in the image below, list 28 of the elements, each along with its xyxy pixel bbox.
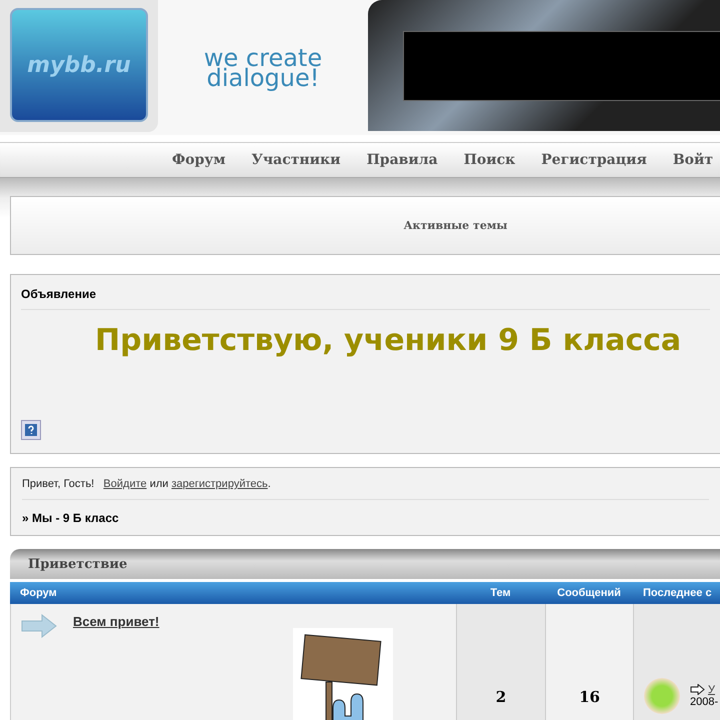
help-icon[interactable]	[21, 420, 41, 440]
nav-link[interactable]: Правила	[366, 152, 438, 168]
greeting-text: Привет, Гость! Войдите или зарегистрируйтесь.	[22, 468, 709, 500]
nav-link[interactable]: Участники	[252, 152, 341, 168]
column-header: Тем	[456, 582, 545, 604]
active-topics-link[interactable]: Активные темы	[224, 219, 508, 232]
avatar	[644, 678, 680, 714]
register-link[interactable]: зарегистрируйтесь	[171, 478, 268, 490]
last-post-date: 2008-	[690, 696, 718, 708]
category-header: Приветствие	[10, 549, 720, 579]
nav-link[interactable]: Войт	[672, 152, 714, 168]
column-header: Форум	[10, 582, 456, 604]
announcement-title: Объявление	[21, 275, 710, 310]
column-header: Сообщений	[545, 582, 633, 604]
arrow-icon	[690, 684, 705, 694]
forum-link[interactable]: Всем привет!	[73, 614, 160, 720]
arrow-icon	[21, 614, 57, 638]
column-header: Последнее с	[633, 582, 720, 604]
nav-link[interactable]: Поиск	[464, 152, 516, 168]
tagline: we create dialogue!	[202, 42, 324, 94]
nav-link[interactable]: Форум	[172, 152, 226, 168]
breadcrumb: » Мы - 9 Б класс	[22, 510, 120, 527]
nav-link[interactable]: Регистрация	[541, 152, 647, 168]
posts-count: 16	[545, 604, 633, 720]
topics-count: 2	[456, 604, 545, 720]
login-link[interactable]: Войдите	[103, 478, 147, 490]
last-post-link[interactable]: У	[708, 684, 715, 696]
announcement-message: Приветствую, ученики 9 Б класса	[94, 322, 682, 358]
